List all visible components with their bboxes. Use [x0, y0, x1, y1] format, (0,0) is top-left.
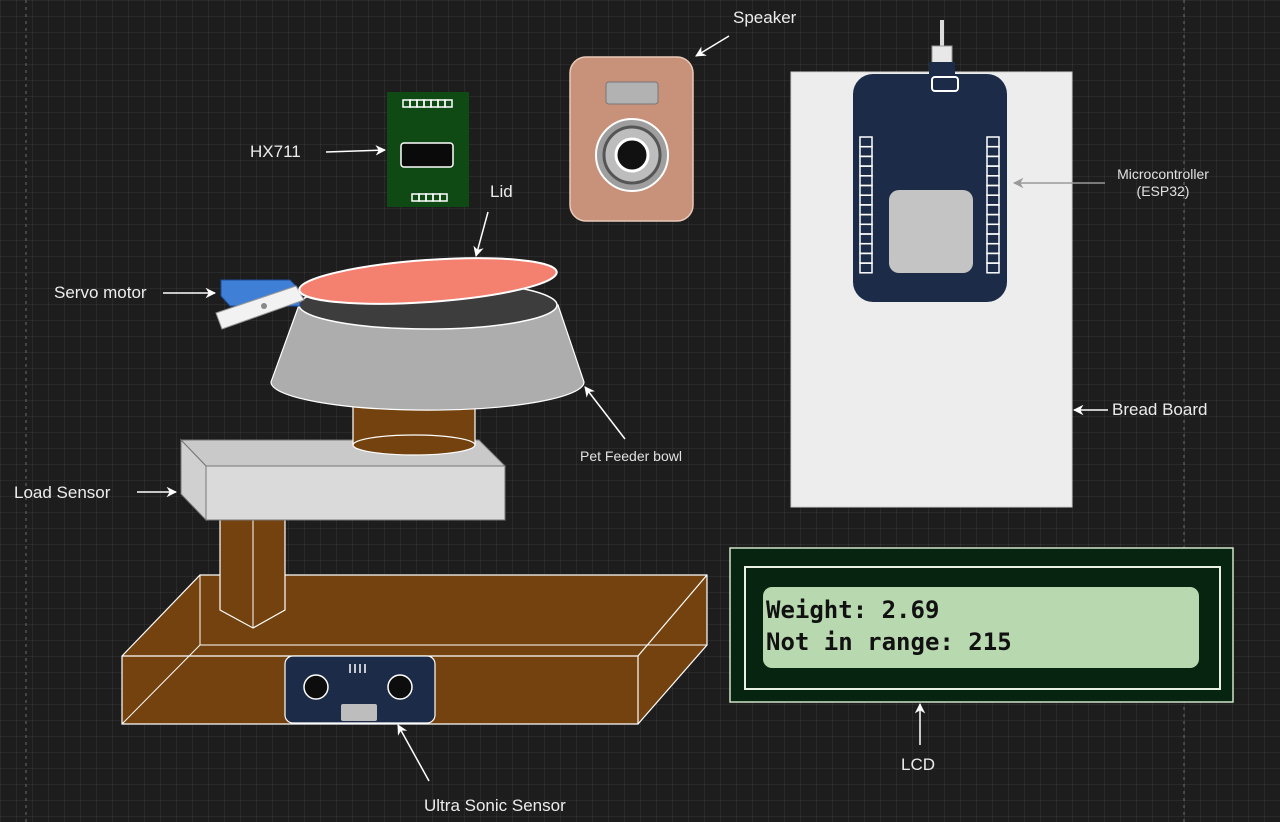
label-microcontroller: Microcontroller (ESP32) — [1103, 167, 1223, 198]
label-breadboard: Bread Board — [1112, 400, 1208, 419]
label-lcd: LCD — [901, 755, 936, 774]
ultrasonic-sensor — [284, 655, 436, 724]
label-pet-feeder-bowl: Pet Feeder bowl — [580, 448, 682, 464]
label-hx711: HX711 — [250, 142, 301, 161]
servo-motor — [215, 279, 305, 330]
label-microcontroller-line1: Microcontroller — [1117, 166, 1209, 182]
lcd-screen: Weight: 2.69 Not in range: 215 — [763, 587, 1199, 668]
label-servo-motor: Servo motor — [54, 283, 147, 302]
speaker — [569, 56, 694, 222]
label-microcontroller-line2: (ESP32) — [1136, 183, 1190, 199]
lcd-line-weight: Weight: 2.69 — [766, 596, 940, 624]
support-pillar — [219, 517, 286, 629]
diagram-canvas — [25, 0, 1234, 822]
label-ultrasonic-sensor: Ultra Sonic Sensor — [424, 796, 566, 815]
lcd-line-range: Not in range: 215 — [766, 628, 1012, 656]
microcontroller-esp32 — [853, 74, 1007, 302]
hx711-module — [387, 92, 469, 207]
bowl-stem — [352, 405, 476, 456]
label-speaker: Speaker — [733, 8, 797, 27]
label-load-sensor: Load Sensor — [14, 483, 111, 502]
label-lid: Lid — [490, 182, 513, 201]
